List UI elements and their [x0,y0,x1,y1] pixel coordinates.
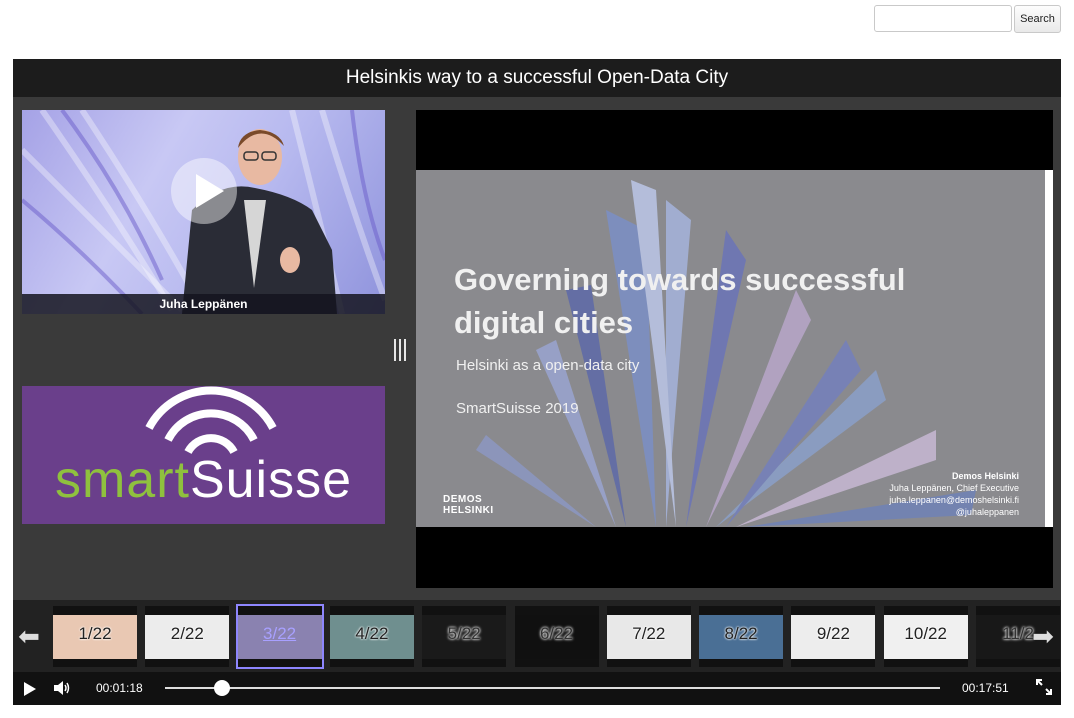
slide-contact-handle: @juhaleppanen [955,507,1019,517]
slide-thumbnail[interactable]: 6/22 [514,606,599,667]
next-arrow-icon[interactable]: ➡ [1031,620,1055,652]
prev-arrow-icon[interactable]: ⬅ [17,620,41,652]
event-logo: smartSuisse [22,386,385,524]
speaker-video[interactable]: Juha Leppänen [22,110,385,314]
slide-thumbnail[interactable]: 1/22 [53,606,137,667]
current-time: 00:01:18 [96,681,143,695]
thumbnail-strip: ⬅ 1/22 2/22 3/22 4/22 5/22 6/22 7/22 8/22 9/22 10… [13,600,1061,672]
slide-contact: Demos Helsinki Juha Leppänen, Chief Exec… [889,470,1019,518]
presentation-title: Helsinkis way to a successful Open-Data … [13,59,1061,97]
presenter-name: Juha Leppänen [22,294,385,314]
search-button[interactable]: Search [1014,5,1061,33]
logo-suisse: Suisse [189,451,353,509]
search-input[interactable] [874,5,1012,32]
slide-contact-email: juha.leppanen@demoshelsinki.fi [889,495,1019,505]
thumbnail-label: 1/22 [78,624,112,643]
fullscreen-icon[interactable] [1036,679,1052,695]
slide-event: SmartSuisse 2019 [456,400,579,417]
thumbnail-label: 10/22 [904,624,947,643]
seek-bar[interactable] [165,687,940,689]
slide-title: Governing towards successful digital cit… [454,258,924,344]
slide-thumbnail[interactable]: 9/22 [791,606,876,667]
thumbnail-label: 2/22 [170,624,204,643]
slide-title-line1: Governing towards successful [454,262,906,297]
play-icon[interactable] [24,682,36,696]
thumbnail-label: 9/22 [816,624,850,643]
thumbnail-label: 7/22 [632,624,666,643]
seek-handle[interactable] [213,680,230,696]
thumbnail-label: 6/22 [539,624,574,643]
slide-thumbnail[interactable]: 4/22 [329,606,414,667]
slide-thumbnail[interactable]: 5/22 [422,606,507,667]
volume-icon[interactable] [53,680,71,696]
thumbnail-label: 4/22 [355,624,389,643]
slide-thumbnail[interactable]: 8/22 [699,606,784,667]
slide-thumbnail[interactable]: 2/22 [145,606,230,667]
slide-subtitle: Helsinki as a open-data city [456,357,640,374]
slide-org-line2: HELSINKI [443,505,494,516]
slide-viewer: Governing towards successful digital cit… [416,110,1053,588]
thumbnail-label: 5/22 [447,624,481,643]
logo-smart: smart [54,451,190,509]
slide-contact-name: Juha Leppänen, Chief Executive [889,483,1019,493]
presentation-player: Helsinkis way to a successful Open-Data … [13,59,1061,705]
logo-wordmark: smartSuisse [22,450,385,510]
play-overlay-icon[interactable] [171,158,237,224]
current-slide: Governing towards successful digital cit… [416,170,1053,527]
slide-thumbnail[interactable]: 3/22 [235,604,324,669]
slide-title-line2: digital cities [454,305,634,340]
resize-handle[interactable] [392,339,408,361]
slide-contact-org: Demos Helsinki [951,471,1019,481]
thumbnail-label: 3/22 [263,624,297,643]
slide-thumbnail[interactable]: 7/22 [606,606,691,667]
thumbnail-label: 8/22 [724,624,758,643]
slide-org-logo: DEMOS HELSINKI [443,494,494,516]
player-controls: 00:01:18 00:17:51 [13,672,1061,705]
slide-org-line1: DEMOS [443,494,483,505]
total-time: 00:17:51 [962,681,1009,695]
slide-thumbnail[interactable]: 10/22 [883,606,968,667]
